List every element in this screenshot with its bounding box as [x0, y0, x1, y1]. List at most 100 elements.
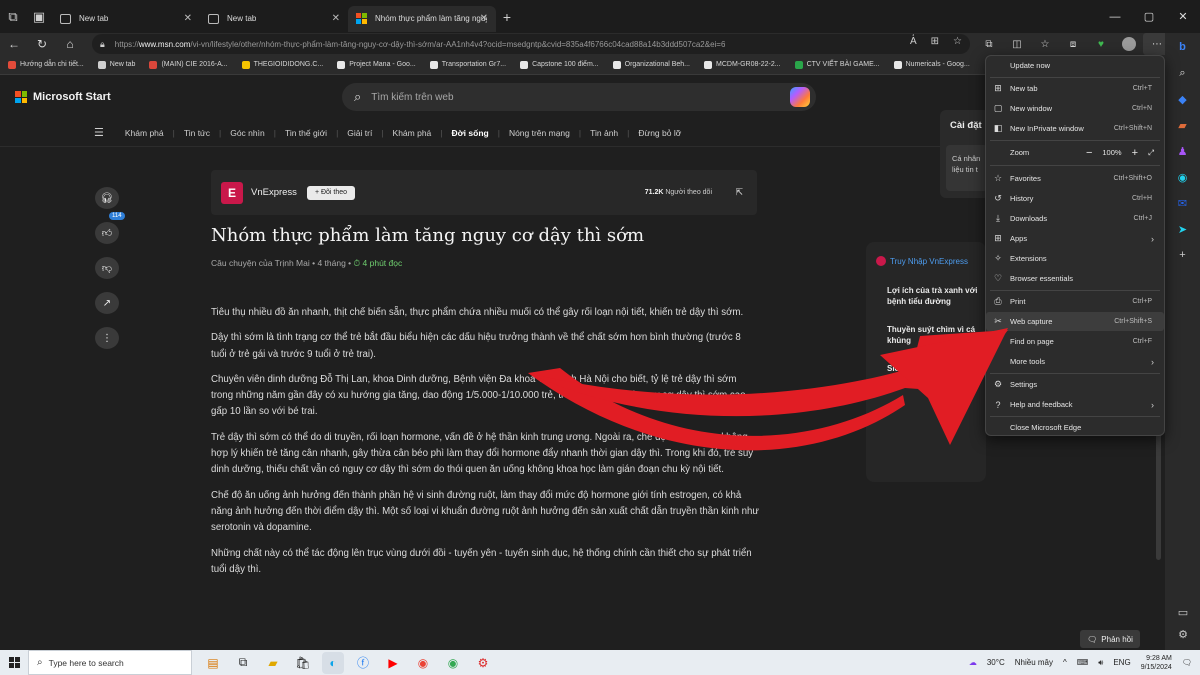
close-tab-icon[interactable]: ✕ — [184, 13, 192, 24]
bookmark-item[interactable]: Transportation Gr7... — [429, 60, 506, 69]
nav-item[interactable]: Đừng bỏ lỡ — [629, 128, 690, 138]
menu-item-find-on-page[interactable]: ⌕ Find on page Ctrl+F — [986, 332, 1164, 351]
weather-icon[interactable]: ☁ — [969, 658, 977, 667]
nav-item[interactable]: Tin thế giới — [276, 128, 336, 138]
favorite-star-icon[interactable]: ☆ — [953, 36, 962, 47]
publisher-name[interactable]: VnExpress — [251, 187, 297, 198]
microsoft365-icon[interactable]: ◉ — [1175, 169, 1191, 185]
like-thumbs-up-icon[interactable]: 👍︎ 114 — [95, 212, 125, 244]
new-tab-plus-icon[interactable]: + — [496, 9, 518, 25]
language-indicator[interactable]: ENG — [1113, 658, 1130, 667]
bookmark-item[interactable]: Organizational Beh... — [612, 60, 690, 69]
more-options-icon[interactable]: ⋮ — [95, 327, 119, 349]
address-bar[interactable]: 🔒︎ https://www.msn.com/vi-vn/lifestyle/o… — [92, 34, 970, 54]
bookmark-item[interactable]: Project Mana - Goo... — [337, 60, 416, 69]
minimize-icon[interactable]: — — [1098, 0, 1132, 33]
zoom-in-icon[interactable]: + — [1132, 147, 1138, 159]
tab-msn-article[interactable]: Nhóm thực phẩm làm tăng nguy ✕ — [348, 5, 496, 32]
menu-item-extensions[interactable]: ✧ Extensions — [986, 249, 1164, 268]
bookmark-item[interactable]: New tab — [97, 60, 135, 69]
outlook-icon[interactable]: ✉ — [1175, 195, 1191, 211]
volume-icon[interactable]: 🔊︎ — [1098, 658, 1103, 668]
share-icon[interactable]: ↗ — [95, 292, 119, 314]
listen-headphones-icon[interactable]: 🎧︎ — [95, 187, 119, 209]
bookmark-item[interactable]: Numericals - Goog... — [893, 60, 970, 69]
menu-item-settings[interactable]: ⚙ Settings — [986, 375, 1164, 394]
close-tab-icon[interactable]: ✕ — [332, 13, 340, 24]
chrome-profile-icon[interactable]: ◉ — [442, 652, 464, 674]
menu-item-new-inprivate-window[interactable]: ◧ New InPrivate window Ctrl+Shift+N — [986, 119, 1164, 138]
news-widget-icon[interactable]: ▤ — [202, 652, 224, 674]
sidebar-screen-icon[interactable]: ▭ — [1175, 604, 1191, 620]
read-aloud-icon[interactable]: A᷾ — [910, 36, 917, 47]
notifications-icon[interactable]: 🗨︎ — [1182, 658, 1192, 667]
close-tab-icon[interactable]: ✕ — [480, 13, 488, 24]
hamburger-menu-icon[interactable]: ☰ — [94, 126, 104, 139]
tab-new-2[interactable]: New tab ✕ — [200, 6, 348, 32]
weather-desc[interactable]: Nhiều mây — [1015, 658, 1053, 667]
menu-item-print[interactable]: ⎙ Print Ctrl+P — [986, 292, 1164, 311]
open-external-icon[interactable]: ⇱ — [735, 187, 743, 198]
menu-item-downloads[interactable]: ⤓ Downloads Ctrl+J — [986, 209, 1164, 228]
nav-item[interactable]: Tin tức — [175, 128, 219, 138]
start-button[interactable] — [0, 650, 28, 675]
nav-item[interactable]: Nóng trên mạng — [500, 128, 579, 138]
menu-item-favorites[interactable]: ☆ Favorites Ctrl+Shift+O — [986, 169, 1164, 188]
feedback-button[interactable]: 🗨︎ Phản hồi — [1080, 630, 1140, 648]
task-view-icon[interactable]: ⧉ — [232, 652, 254, 674]
bookmark-item[interactable]: Capstone 100 điểm... — [520, 60, 599, 69]
menu-item-new-tab[interactable]: ⊞ New tab Ctrl+T — [986, 79, 1164, 98]
home-icon[interactable]: ⌂ — [56, 33, 84, 55]
dislike-thumbs-down-icon[interactable]: 👎︎ — [95, 257, 119, 279]
personalize-card-body[interactable]: Cá nhân liệu tin t — [946, 145, 988, 191]
tools-icon[interactable]: ▰ — [1175, 117, 1191, 133]
publisher-feed-header[interactable]: Truy Nhập VnExpress — [876, 256, 968, 266]
nav-item[interactable]: Góc nhìn — [221, 128, 274, 138]
web-search-input[interactable]: ⌕ Tìm kiếm trên web — [342, 83, 816, 111]
feed-item[interactable]: Siêu Trái Đ — [887, 363, 983, 374]
close-window-icon[interactable]: ✕ — [1166, 0, 1200, 33]
tab-actions-icon[interactable]: ▣ — [26, 4, 52, 30]
clock[interactable]: 9:28 AM 9/15/2024 — [1141, 654, 1172, 672]
add-sidebar-app-icon[interactable]: + — [1175, 247, 1191, 263]
menu-item-update-now[interactable]: Update now — [986, 56, 1164, 75]
bookmark-item[interactable]: MCDM-GR08-22-2... — [704, 60, 781, 69]
bookmark-item[interactable]: THEGIOIDIDONG.C... — [241, 60, 323, 69]
bookmark-item[interactable]: Hướng dẫn chi tiết... — [8, 60, 84, 69]
fullscreen-icon[interactable]: ⤢ — [1148, 148, 1154, 158]
tray-chevron-icon[interactable]: ^ — [1063, 658, 1067, 667]
app-available-icon[interactable]: ⊞ — [931, 36, 939, 47]
tag-icon[interactable]: ◆ — [1175, 91, 1191, 107]
copilot-icon[interactable]: b — [1175, 39, 1191, 55]
workspaces-icon[interactable]: ⧉ — [0, 4, 26, 30]
store-icon[interactable]: 🛍︎ — [292, 652, 314, 674]
zoom-out-icon[interactable]: − — [1086, 147, 1092, 159]
file-explorer-icon[interactable]: ▰ — [262, 652, 284, 674]
microsoft-start-logo[interactable]: Microsoft Start — [15, 91, 111, 103]
menu-item-more-tools[interactable]: More tools › — [986, 352, 1164, 371]
sidebar-settings-icon[interactable]: ⚙ — [1175, 626, 1191, 642]
feed-item[interactable]: Lợi ích của trà xanh với bệnh tiểu đường — [887, 285, 983, 307]
back-arrow-icon[interactable]: ← — [0, 33, 28, 55]
vnexpress-logo-icon[interactable]: E — [221, 181, 243, 204]
edge-taskbar-icon[interactable]: ◐ — [322, 651, 344, 674]
nav-item[interactable]: Đời sống — [443, 128, 498, 138]
refresh-icon[interactable]: ↻ — [28, 33, 56, 55]
menu-item-apps[interactable]: ⊞ Apps › — [986, 229, 1164, 248]
games-icon[interactable]: ♟ — [1175, 143, 1191, 159]
feed-item[interactable]: Thuyền suýt chìm vì cá khủng — [887, 324, 983, 346]
nav-item[interactable]: Khám phá — [116, 128, 173, 138]
nav-item[interactable]: Khám phá — [384, 128, 441, 138]
send-icon[interactable]: ➤ — [1175, 221, 1191, 237]
tab-new-1[interactable]: New tab ✕ — [52, 6, 200, 32]
menu-item-close-microsoft-edge[interactable]: Close Microsoft Edge — [986, 418, 1164, 437]
collections-icon[interactable]: ⧈ — [1059, 33, 1087, 55]
copilot-icon[interactable] — [790, 87, 810, 107]
menu-item-web-capture[interactable]: ✂ Web capture Ctrl+Shift+S — [986, 312, 1164, 331]
chrome-icon[interactable]: ◉ — [412, 652, 434, 674]
follow-button[interactable]: + Đõi theo — [306, 185, 356, 200]
taskbar-search-input[interactable]: ⌕ Type here to search — [28, 650, 192, 675]
heart-icon[interactable]: ♥ — [1087, 33, 1115, 55]
search-icon[interactable]: ⌕ — [1175, 65, 1191, 81]
menu-item-new-window[interactable]: ▢ New window Ctrl+N — [986, 99, 1164, 118]
